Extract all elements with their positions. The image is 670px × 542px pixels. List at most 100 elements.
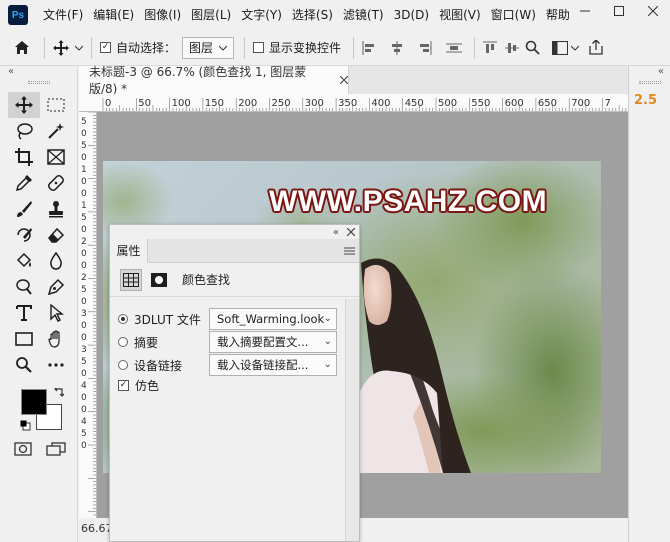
ruler-label: 3 [81, 309, 87, 319]
abstract-label: 摘要 [134, 335, 159, 350]
distribute-icon[interactable] [446, 41, 463, 55]
align-right-icon[interactable] [418, 40, 432, 55]
chevron-down-icon: ⌄ [323, 313, 332, 324]
auto-select-value: 图层 [189, 41, 214, 55]
pen-tool[interactable] [40, 274, 72, 300]
device-link-dropdown[interactable]: 载入设备链接配... ⌄ [209, 354, 337, 376]
clone-stamp-tool[interactable] [40, 196, 72, 222]
quick-mask-icon[interactable] [14, 442, 32, 456]
properties-title: 颜色查找 [182, 273, 231, 287]
chevron-down-icon[interactable] [571, 45, 580, 51]
collapse-panel-icon[interactable]: « [333, 227, 339, 238]
screen-mode-icon[interactable] [46, 442, 66, 456]
arrow-pointer-icon [50, 304, 64, 322]
abstract-radio[interactable] [118, 337, 128, 347]
share-icon[interactable] [589, 40, 603, 55]
workspace-icon[interactable] [552, 40, 569, 55]
search-icon[interactable] [525, 40, 540, 55]
lut-file-dropdown[interactable]: Soft_Warming.look ⌄ [209, 308, 337, 330]
ruler-label: 250 [272, 98, 291, 109]
menu-image[interactable]: 图像(I) [139, 0, 186, 30]
lasso-tool[interactable] [8, 118, 40, 144]
move-icon [15, 96, 33, 114]
maximize-button[interactable] [602, 0, 636, 22]
show-transform-checkbox[interactable] [253, 42, 265, 53]
device-link-option[interactable]: 设备链接 [118, 354, 182, 376]
blur-tool[interactable] [40, 248, 72, 274]
ruler-label: 50 [138, 98, 151, 109]
align-vertical-center-icon[interactable] [505, 41, 520, 55]
minimize-button[interactable] [568, 0, 602, 22]
device-link-label: 设备链接 [134, 358, 183, 373]
close-window-button[interactable] [636, 0, 670, 22]
healing-brush-tool[interactable] [40, 170, 72, 196]
home-button[interactable] [0, 40, 44, 55]
abstract-dropdown[interactable]: 载入摘要配置文... ⌄ [209, 331, 337, 353]
eraser-tool[interactable] [40, 222, 72, 248]
device-link-value: 载入设备链接配... [217, 358, 309, 372]
brush-tool[interactable] [8, 196, 40, 222]
move-tool[interactable] [8, 92, 40, 118]
expand-panels-icon[interactable]: « [658, 66, 664, 77]
ruler-label: 0 [81, 393, 87, 403]
hand-tool[interactable] [40, 326, 72, 352]
align-horizontal-center-icon[interactable] [390, 40, 404, 55]
align-left-icon[interactable] [362, 40, 376, 55]
foreground-color-swatch[interactable] [21, 389, 47, 415]
rectangle-tool[interactable] [8, 326, 40, 352]
ruler-label: 5 [81, 141, 87, 151]
history-brush-tool[interactable] [8, 222, 40, 248]
ruler-label: 150 [205, 98, 224, 109]
dither-option[interactable]: 仿色 [118, 374, 159, 396]
menu-edit[interactable]: 编辑(E) [88, 0, 139, 30]
eyedropper-tool[interactable] [8, 170, 40, 196]
menu-window[interactable]: 窗口(W) [486, 0, 541, 30]
device-link-radio[interactable] [118, 360, 128, 370]
swap-colors-icon[interactable] [53, 388, 64, 399]
default-colors-icon[interactable] [20, 420, 31, 431]
adjustment-button[interactable] [120, 268, 142, 291]
menu-filter[interactable]: 滤镜(T) [338, 0, 389, 30]
type-tool[interactable] [8, 300, 40, 326]
magic-wand-tool[interactable] [40, 118, 72, 144]
mask-button[interactable] [148, 269, 170, 291]
auto-select-checkbox[interactable] [100, 42, 111, 53]
menu-type[interactable]: 文字(Y) [236, 0, 287, 30]
document-tab[interactable]: 未标题-3 @ 66.7% (颜色查找 1, 图层蒙版/8) * [79, 65, 349, 96]
more-tools[interactable] [40, 352, 72, 378]
crop-tool[interactable] [8, 144, 40, 170]
close-icon[interactable] [347, 228, 355, 236]
panel-menu-icon[interactable] [344, 247, 355, 255]
panel-value-badge[interactable]: 2.5 [634, 93, 657, 108]
paint-bucket-tool[interactable] [8, 248, 40, 274]
align-top-icon[interactable] [483, 41, 498, 55]
dodge-tool[interactable] [8, 274, 40, 300]
menu-select[interactable]: 选择(S) [287, 0, 338, 30]
menu-file[interactable]: 文件(F) [38, 0, 88, 30]
panel-grip[interactable] [639, 81, 661, 84]
dither-checkbox[interactable] [118, 379, 129, 391]
ruler-label: 1 [81, 165, 87, 175]
abstract-option[interactable]: 摘要 [118, 331, 158, 353]
zoom-level[interactable]: 66.67 [81, 522, 113, 535]
marquee-tool[interactable] [40, 92, 72, 118]
path-selection-tool[interactable] [40, 300, 72, 326]
zoom-tool[interactable] [8, 352, 40, 378]
close-icon[interactable] [340, 76, 348, 84]
lut-file-radio[interactable] [118, 314, 128, 324]
tab-properties[interactable]: 属性 [110, 239, 148, 263]
properties-scrollbar[interactable] [345, 299, 359, 541]
maximize-icon [614, 6, 624, 16]
collapse-toolbar-icon[interactable]: « [8, 66, 14, 77]
menu-layer[interactable]: 图层(L) [186, 0, 236, 30]
frame-tool[interactable] [40, 144, 72, 170]
toolbar-grip[interactable] [28, 81, 50, 84]
menu-view[interactable]: 视图(V) [434, 0, 486, 30]
auto-select-dropdown[interactable]: 图层 [182, 36, 235, 59]
lut-file-option[interactable]: 3DLUT 文件 [118, 308, 201, 330]
align-vertical-group [483, 41, 520, 55]
menu-3d[interactable]: 3D(D) [389, 0, 434, 30]
type-icon [16, 305, 32, 321]
home-icon [15, 41, 29, 54]
move-tool-preset[interactable] [53, 39, 83, 56]
